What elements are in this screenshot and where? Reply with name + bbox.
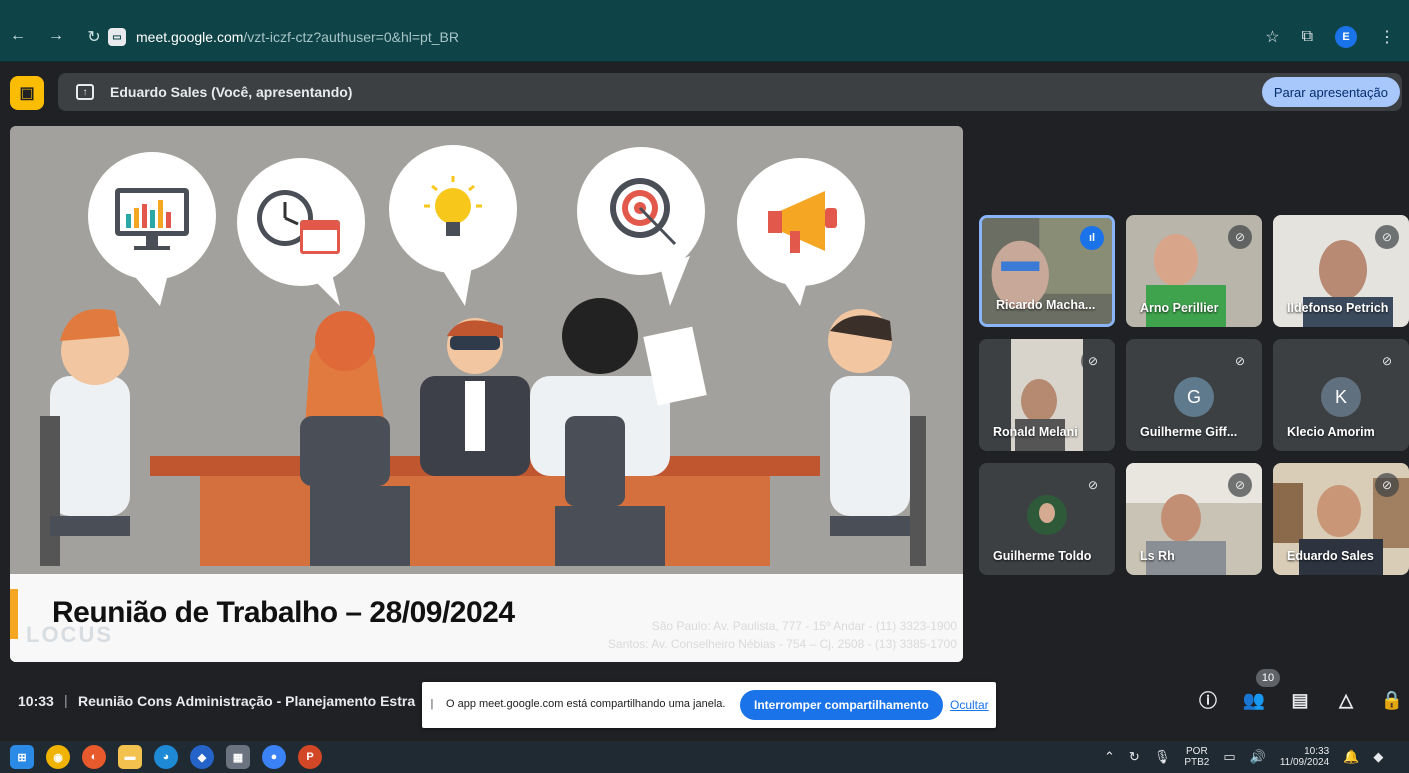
windows-taskbar: ⊞ ◉ ◐ ▬ ◕ ◆ ▦ ● P ⌃ ↻ 🎙 POR PTB2 ▭ 🔊 10:… [0, 741, 1409, 773]
meeting-title: Reunião Cons Administração - Planejament… [78, 693, 416, 709]
presenting-panel: ↑ Eduardo Sales (Você, apresentando) Par… [58, 73, 1402, 111]
meeting-info-icon[interactable]: ⓘ [1196, 688, 1220, 712]
participant-name: Klecio Amorim [1287, 425, 1375, 439]
slide-title: Reunião de Trabalho – 28/09/2024 [52, 596, 515, 629]
participant-name: Guilherme Toldo [993, 549, 1092, 563]
microphone-icon[interactable]: 🎙 [1154, 749, 1171, 765]
shared-slide: LOCUS Reunião de Trabalho – 28/09/2024 S… [10, 126, 963, 662]
participant-tile-eduardo[interactable]: ⊘ Eduardo Sales [1273, 463, 1409, 575]
participant-name: Arno Perillier [1140, 301, 1219, 315]
participant-tile-guilherme-toldo[interactable]: ⊘ Guilherme Toldo [979, 463, 1115, 575]
mic-off-icon: ⊘ [1375, 473, 1399, 497]
calculator-icon[interactable]: ▦ [226, 745, 250, 769]
drag-handle-icon[interactable]: || [430, 698, 433, 710]
participant-name: Ricardo Macha... [996, 298, 1096, 312]
mic-off-icon: ⊘ [1228, 225, 1252, 249]
participant-tile-klecio[interactable]: K ⊘ Klecio Amorim [1273, 339, 1409, 451]
screen-share-notice: || O app meet.google.com está compartilh… [422, 682, 996, 728]
copilot-icon[interactable]: ◆ [190, 745, 214, 769]
clock-date: 11/09/2024 [1279, 757, 1330, 768]
presenting-label: Eduardo Sales (Você, apresentando) [110, 84, 353, 100]
browser-toolbar: ← → ↻ ▭ meet.google.com/vzt-iczf-ctz?aut… [0, 0, 1409, 62]
reload-icon[interactable]: ↻ [86, 27, 102, 47]
url-host: meet.google.com [136, 29, 244, 45]
participant-tile-guilherme-giff[interactable]: G ⊘ Guilherme Giff... [1126, 339, 1262, 451]
back-icon[interactable]: ← [10, 27, 26, 47]
slide-title-accent [10, 589, 18, 639]
meeting-separator: | [64, 692, 68, 708]
windows-start-icon[interactable]: ⊞ [10, 745, 34, 769]
participant-name: Eduardo Sales [1287, 549, 1374, 563]
volume-icon[interactable]: 🔊 [1250, 749, 1266, 765]
profile-avatar[interactable]: E [1335, 26, 1357, 48]
firefox-icon[interactable]: ◐ [82, 745, 106, 769]
site-info-icon[interactable]: ▭ [108, 28, 126, 46]
language-code: POR [1186, 746, 1208, 757]
mic-off-icon: ⊘ [1228, 473, 1252, 497]
speaking-indicator-icon: ıl [1080, 226, 1104, 250]
chat-icon[interactable]: ▤ [1288, 688, 1312, 712]
presentation-toggle-icon[interactable]: ▣ [10, 76, 44, 110]
taskbar-apps: ⊞ ◉ ◐ ▬ ◕ ◆ ▦ ● P [10, 745, 322, 769]
participant-avatar: G [1174, 377, 1214, 417]
chrome-icon[interactable]: ◉ [46, 745, 70, 769]
copilot-tray-icon[interactable]: ◆ [1373, 749, 1383, 765]
stop-sharing-button[interactable]: Interromper compartilhamento [740, 690, 943, 720]
chrome-profile-icon[interactable]: ● [262, 745, 286, 769]
slide-address-santos: Santos: Av. Conselheiro Nébias - 754 – C… [607, 637, 957, 651]
participant-tile-ls-rh[interactable]: ⊘ Ls Rh [1126, 463, 1262, 575]
participant-tile-ronald[interactable]: ⊘ Ronald Melani [979, 339, 1115, 451]
participant-name: Ildefonso Petrich [1287, 301, 1389, 315]
forward-icon[interactable]: → [48, 27, 64, 47]
tray-expand-icon[interactable]: ⌃ [1104, 749, 1115, 765]
clock-time: 10:33 [1304, 746, 1330, 757]
host-controls-lock-icon[interactable]: 🔒 [1380, 688, 1404, 712]
network-icon[interactable]: ▭ [1223, 749, 1235, 765]
people-icon[interactable]: 👥 [1242, 688, 1266, 712]
mic-off-icon: ⊘ [1081, 349, 1105, 373]
participant-name: Guilherme Giff... [1140, 425, 1238, 439]
slide-address-sp: São Paulo: Av. Paulista, 777 - 15º Andar… [651, 619, 957, 633]
sync-icon[interactable]: ↻ [1129, 749, 1140, 765]
language-indicator[interactable]: POR PTB2 [1184, 746, 1209, 768]
system-tray: ⌃ ↻ 🎙 POR PTB2 ▭ 🔊 10:33 11/09/2024 🔔 ◆ [1104, 746, 1383, 768]
mic-off-icon: ⊘ [1375, 349, 1399, 373]
participant-name: Ls Rh [1140, 549, 1175, 563]
present-upload-icon: ↑ [76, 84, 94, 100]
mic-off-icon: ⊘ [1228, 349, 1252, 373]
participant-tile-ricardo[interactable]: ıl Ricardo Macha... [979, 215, 1115, 327]
mic-off-icon: ⊘ [1081, 473, 1105, 497]
people-count-badge: 10 [1256, 669, 1280, 687]
browser-actions: ☆ ⧉ E ⋮ [1265, 26, 1395, 48]
notifications-bell-icon[interactable]: 🔔 [1343, 749, 1359, 765]
participant-avatar: K [1321, 377, 1361, 417]
hide-notice-link[interactable]: Ocultar [950, 698, 989, 712]
mic-off-icon: ⊘ [1375, 225, 1399, 249]
participant-tile-ildefonso[interactable]: ⊘ Ildefonso Petrich [1273, 215, 1409, 327]
meeting-side-controls: ⓘ 👥 ▤ △ 🔒 [1196, 688, 1404, 712]
stop-presenting-button[interactable]: Parar apresentação [1261, 77, 1400, 107]
extensions-icon[interactable]: ⧉ [1302, 28, 1313, 46]
participant-tile-arno[interactable]: ⊘ Arno Perillier [1126, 215, 1262, 327]
presenting-bar: ▣ ↑ Eduardo Sales (Você, apresentando) P… [10, 73, 1402, 111]
url-path: /vzt-iczf-ctz?authuser=0&hl=pt_BR [243, 29, 459, 45]
keyboard-layout: PTB2 [1184, 757, 1210, 768]
share-notice-text: O app meet.google.com está compartilhand… [446, 698, 726, 710]
meeting-clock: 10:33 [18, 693, 54, 709]
bookmark-star-icon[interactable]: ☆ [1265, 27, 1279, 47]
browser-menu-icon[interactable]: ⋮ [1379, 27, 1395, 47]
participant-name: Ronald Melani [993, 425, 1078, 439]
edge-icon[interactable]: ◕ [154, 745, 178, 769]
file-explorer-icon[interactable]: ▬ [118, 745, 142, 769]
system-clock[interactable]: 10:33 11/09/2024 [1280, 746, 1329, 768]
powerpoint-icon[interactable]: P [298, 745, 322, 769]
activities-icon[interactable]: △ [1334, 688, 1358, 712]
address-bar[interactable]: ▭ meet.google.com/vzt-iczf-ctz?authuser=… [108, 23, 1288, 51]
nav-buttons: ← → ↻ [10, 27, 102, 47]
